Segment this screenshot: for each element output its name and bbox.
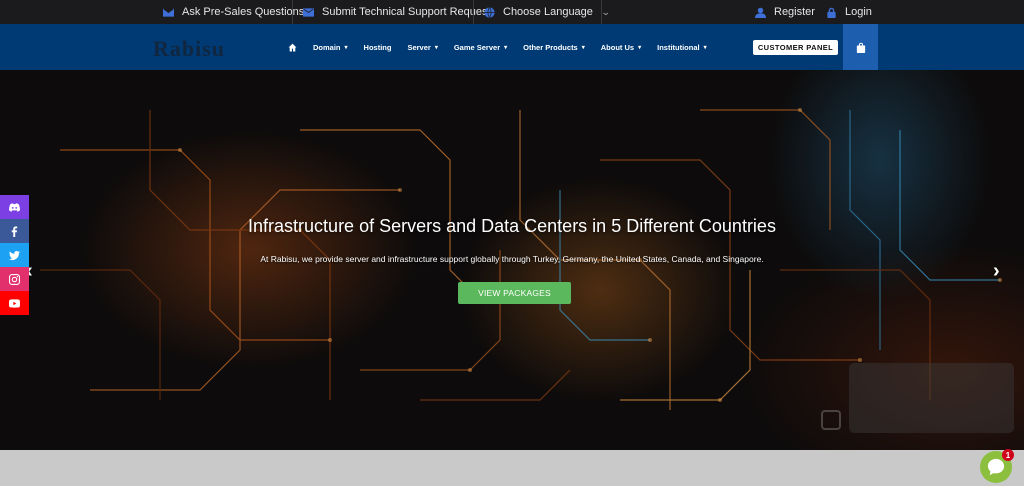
- instagram-button[interactable]: [0, 267, 29, 291]
- twitter-icon: [9, 250, 20, 260]
- nav-hosting[interactable]: Hosting: [364, 43, 392, 52]
- divider: [601, 0, 602, 24]
- nav-label: Domain: [313, 42, 341, 52]
- nav-label: Institutional: [657, 42, 700, 52]
- nav-about-us[interactable]: About Us ▾: [601, 43, 641, 52]
- user-icon: [755, 7, 766, 18]
- chat-preview-panel: [849, 363, 1014, 433]
- lock-icon: [827, 7, 836, 18]
- chevron-down-icon: ▾: [434, 44, 438, 51]
- chevron-down-icon: ⌄: [600, 6, 611, 17]
- chevron-down-icon: ▾: [344, 44, 348, 51]
- discord-icon: [9, 202, 20, 212]
- shopping-bag-icon: [856, 42, 865, 53]
- chevron-down-icon: ▾: [703, 44, 707, 51]
- globe-icon: [484, 6, 495, 18]
- chevron-down-icon: ▾: [638, 44, 642, 51]
- presales-link[interactable]: Ask Pre-Sales Questions: [163, 0, 304, 24]
- chevron-down-icon: ▾: [581, 44, 585, 51]
- presales-label: Ask Pre-Sales Questions: [182, 6, 305, 18]
- nav-server[interactable]: Server ▾: [407, 43, 437, 52]
- youtube-icon: [9, 298, 20, 308]
- customer-panel-button[interactable]: CUSTOMER PANEL: [753, 40, 838, 55]
- language-selector[interactable]: Choose Language ⌄: [484, 0, 611, 24]
- chat-preview-icon: [821, 410, 841, 430]
- facebook-icon: [11, 225, 18, 237]
- facebook-button[interactable]: [0, 219, 29, 243]
- nav-home[interactable]: [288, 43, 297, 52]
- chat-notification-badge: 1: [1002, 449, 1014, 461]
- divider: [473, 0, 474, 24]
- nav-other-products[interactable]: Other Products ▾: [523, 43, 585, 52]
- login-label: Login: [845, 6, 872, 18]
- nav-label: Game Server: [453, 42, 501, 52]
- login-link[interactable]: Login: [826, 0, 872, 24]
- chevron-down-icon: ▾: [504, 44, 508, 51]
- site-logo[interactable]: Rabisu: [153, 36, 225, 62]
- main-navbar: Rabisu Domain ▾ Hosting Server ▾ Game Serv…: [0, 24, 1024, 70]
- support-label: Submit Technical Support Request: [322, 6, 491, 18]
- register-label: Register: [774, 6, 815, 18]
- hero-slider: Infrastructure of Servers and Data Cente…: [0, 70, 1024, 450]
- nav-label: Other Products: [523, 42, 578, 52]
- twitter-button[interactable]: [0, 243, 29, 267]
- instagram-icon: [9, 273, 20, 285]
- nav-institutional[interactable]: Institutional ▾: [657, 43, 707, 52]
- nav-label: Hosting: [363, 42, 392, 52]
- support-link[interactable]: Submit Technical Support Request: [303, 0, 491, 24]
- nav-domain[interactable]: Domain ▾: [313, 43, 348, 52]
- main-menu: Domain ▾ Hosting Server ▾ Game Server ▾ Oth…: [288, 24, 723, 70]
- home-icon: [288, 43, 297, 51]
- discord-button[interactable]: [0, 195, 29, 219]
- nav-label: About Us: [600, 42, 635, 52]
- language-label: Choose Language: [503, 6, 593, 18]
- slider-next-icon[interactable]: ›: [993, 260, 1000, 283]
- hero-subtitle: At Rabisu, we provide server and infrast…: [260, 254, 764, 264]
- envelope-icon: [303, 7, 314, 17]
- cart-button[interactable]: [843, 24, 878, 70]
- envelope-icon: [163, 7, 174, 17]
- top-bar: Ask Pre-Sales Questions Submit Technical…: [0, 0, 1024, 24]
- register-link[interactable]: Register: [755, 0, 815, 24]
- nav-game-server[interactable]: Game Server ▾: [454, 43, 507, 52]
- nav-label: Server: [407, 42, 431, 52]
- youtube-button[interactable]: [0, 291, 29, 315]
- divider: [292, 0, 293, 24]
- chat-bubble-icon: [987, 458, 1005, 476]
- view-packages-button[interactable]: VIEW PACKAGES: [458, 282, 571, 304]
- hero-title: Infrastructure of Servers and Data Cente…: [248, 216, 776, 236]
